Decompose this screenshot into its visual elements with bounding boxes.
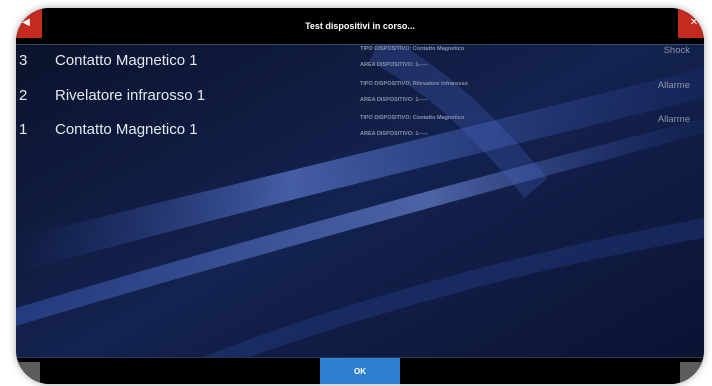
test-dialog: ◀ Test dispositivi in corso... ✕ 3 Conta… [16, 8, 704, 384]
dialog-title: Test dispositivi in corso... [305, 21, 415, 31]
device-row[interactable]: 1 Contatto Magnetico 1 TIPO DISPOSITIVO:… [16, 114, 704, 149]
device-name: Contatto Magnetico 1 [55, 121, 198, 138]
device-area: AREA DISPOSITIVO: 1----- [360, 97, 428, 103]
ok-button[interactable]: OK [320, 358, 400, 384]
title-bar: ◀ Test dispositivi in corso... ✕ [16, 8, 704, 45]
device-status: Shock [663, 45, 690, 56]
device-row[interactable]: 3 Contatto Magnetico 1 TIPO DISPOSITIVO:… [16, 45, 704, 80]
footer-right-tab [680, 362, 704, 384]
footer-bar: OK [16, 357, 704, 384]
device-status: Allarme [657, 114, 690, 125]
device-row[interactable]: 2 Rivelatore infrarosso 1 TIPO DISPOSITI… [16, 80, 704, 115]
device-number: 3 [19, 52, 28, 69]
close-icon: ✕ [689, 17, 699, 28]
close-button[interactable]: ✕ [678, 8, 704, 38]
device-type: TIPO DISPOSITIVO: Rilevatore infrarosso [360, 81, 468, 87]
device-type: TIPO DISPOSITIVO: Contatto Magnetico [360, 46, 465, 52]
device-name: Rivelatore infrarosso 1 [55, 87, 206, 104]
device-number: 2 [19, 87, 28, 104]
device-name: Contatto Magnetico 1 [55, 52, 198, 69]
device-type: TIPO DISPOSITIVO: Contatto Magnetico [360, 115, 465, 121]
device-area: AREA DISPOSITIVO: 1----- [360, 62, 428, 68]
device-area: AREA DISPOSITIVO: 1----- [360, 131, 428, 137]
device-status: Allarme [657, 80, 690, 91]
device-number: 1 [19, 121, 28, 138]
footer-left-tab [16, 362, 40, 384]
